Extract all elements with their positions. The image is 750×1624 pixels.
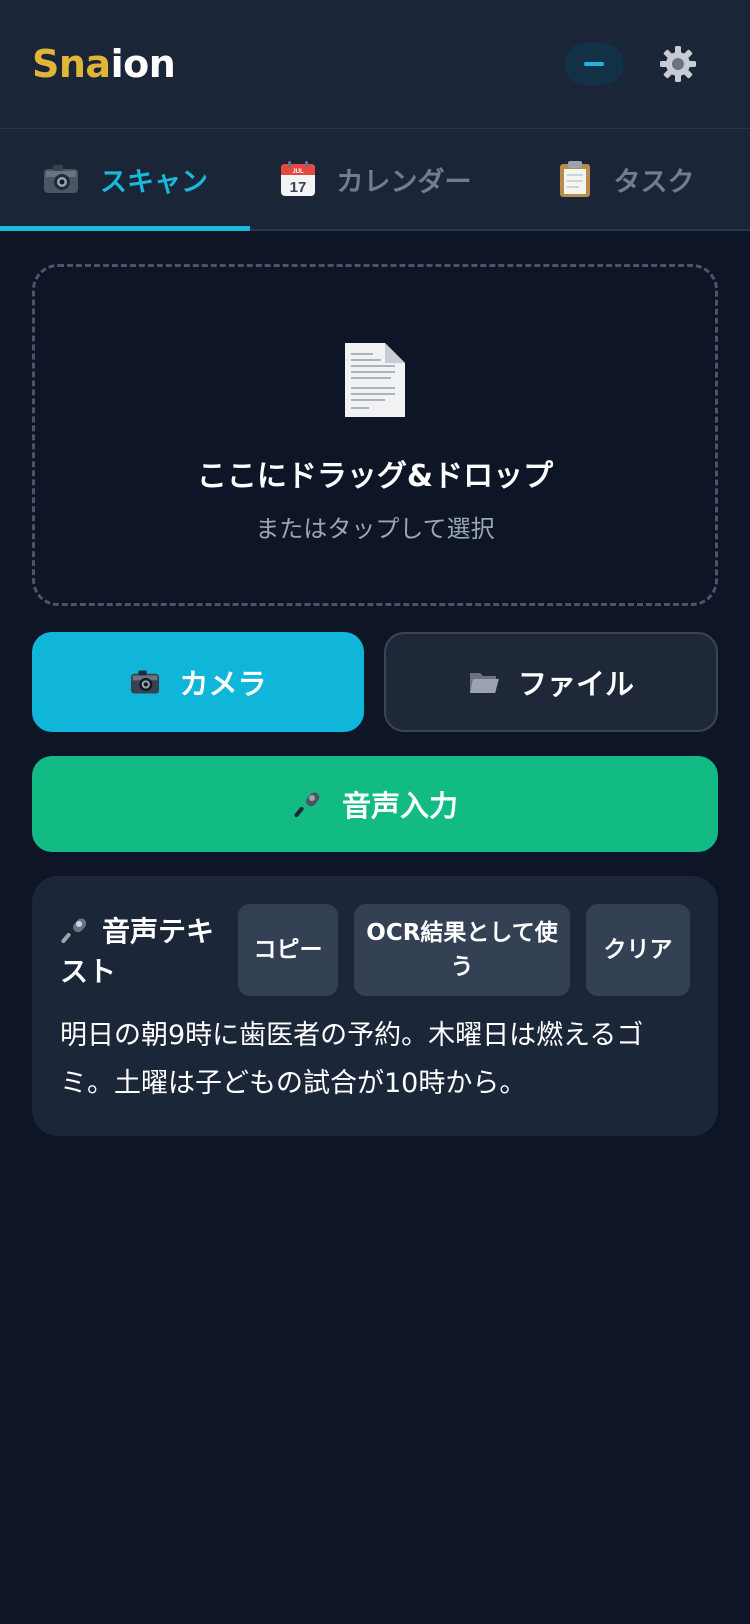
- clipboard-icon: [556, 160, 594, 198]
- app-logo: Sna ion: [32, 42, 176, 86]
- app-header: Sna ion: [0, 0, 750, 128]
- camera-icon: [42, 160, 80, 198]
- calendar-icon-month: JUL: [292, 169, 304, 175]
- microphone-icon: [60, 915, 90, 945]
- logo-accent-text: Sna: [32, 42, 111, 86]
- voice-text-title: 音声テキスト: [60, 912, 228, 992]
- calendar-icon-day: 17: [289, 179, 306, 196]
- file-button-label: ファイル: [517, 667, 634, 701]
- camera-button-label: カメラ: [179, 667, 267, 701]
- microphone-icon: [292, 788, 324, 820]
- voice-transcript-text: 明日の朝9時に歯医者の予約。木曜日は燃えるゴミ。土曜は子どもの試合が10時から。: [60, 1020, 644, 1099]
- folder-icon: [468, 666, 500, 698]
- logo-rest-text: ion: [110, 42, 176, 86]
- tab-tasks[interactable]: タスク: [500, 129, 750, 229]
- tab-scan-label: スキャン: [100, 166, 208, 198]
- file-button[interactable]: ファイル: [384, 632, 718, 732]
- copy-button[interactable]: コピー: [238, 904, 338, 996]
- app-root: Sna ion スキャン JUL 17 カレンダー タスク ここにドラッグ&ドロ…: [0, 0, 750, 1624]
- tab-tasks-label: タスク: [613, 166, 695, 198]
- voice-input-label: 音声入力: [341, 789, 458, 823]
- tab-calendar-label: カレンダー: [336, 166, 472, 198]
- status-indicator-pill[interactable]: [564, 43, 624, 85]
- clear-button[interactable]: クリア: [586, 904, 690, 996]
- camera-icon: [129, 666, 161, 698]
- tab-calendar[interactable]: JUL 17 カレンダー: [250, 129, 500, 229]
- voice-input-button[interactable]: 音声入力: [32, 756, 718, 852]
- tab-bar: スキャン JUL 17 カレンダー タスク: [0, 128, 750, 231]
- settings-gear-icon[interactable]: [658, 44, 698, 84]
- dropzone-subtitle: またはタップして選択: [255, 515, 495, 543]
- camera-button[interactable]: カメラ: [32, 632, 364, 732]
- status-dash-icon: [584, 62, 604, 66]
- dropzone-title: ここにドラッグ&ドロップ: [196, 459, 554, 494]
- tab-scan[interactable]: スキャン: [0, 129, 250, 231]
- voice-text-card: 音声テキスト コピー OCR結果として使う クリア 明日の朝9時に歯医者の予約。…: [32, 876, 718, 1136]
- calendar-icon: JUL 17: [279, 160, 317, 198]
- file-dropzone[interactable]: ここにドラッグ&ドロップ またはタップして選択: [32, 264, 718, 606]
- header-actions: [564, 43, 698, 85]
- document-icon: [341, 341, 409, 419]
- use-as-ocr-button[interactable]: OCR結果として使う: [354, 904, 570, 996]
